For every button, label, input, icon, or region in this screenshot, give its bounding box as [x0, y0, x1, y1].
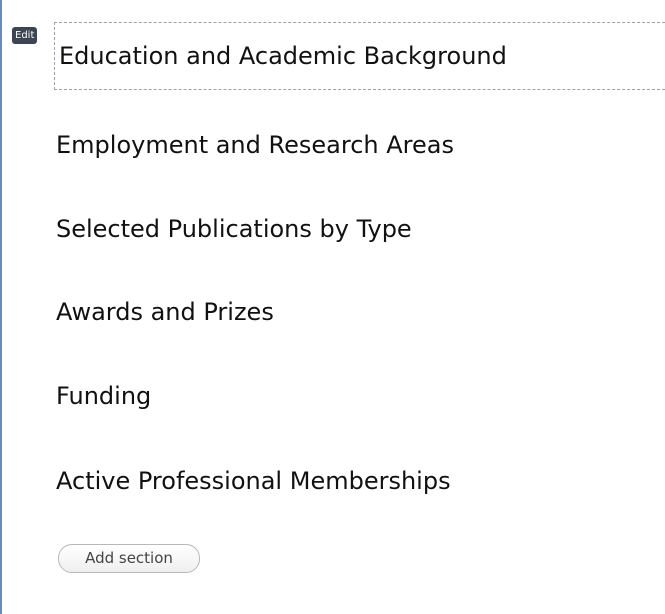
section-employment[interactable]: Employment and Research Areas	[56, 130, 665, 160]
section-funding[interactable]: Funding	[56, 381, 665, 411]
section-publications[interactable]: Selected Publications by Type	[56, 214, 665, 244]
section-memberships[interactable]: Active Professional Memberships	[56, 466, 665, 496]
profile-sections-panel: Edit Education and Academic Background E…	[0, 0, 665, 614]
section-awards[interactable]: Awards and Prizes	[56, 297, 665, 327]
section-education[interactable]: Education and Academic Background	[54, 22, 665, 90]
add-section-button[interactable]: Add section	[58, 544, 200, 573]
edit-button[interactable]: Edit	[12, 27, 38, 44]
